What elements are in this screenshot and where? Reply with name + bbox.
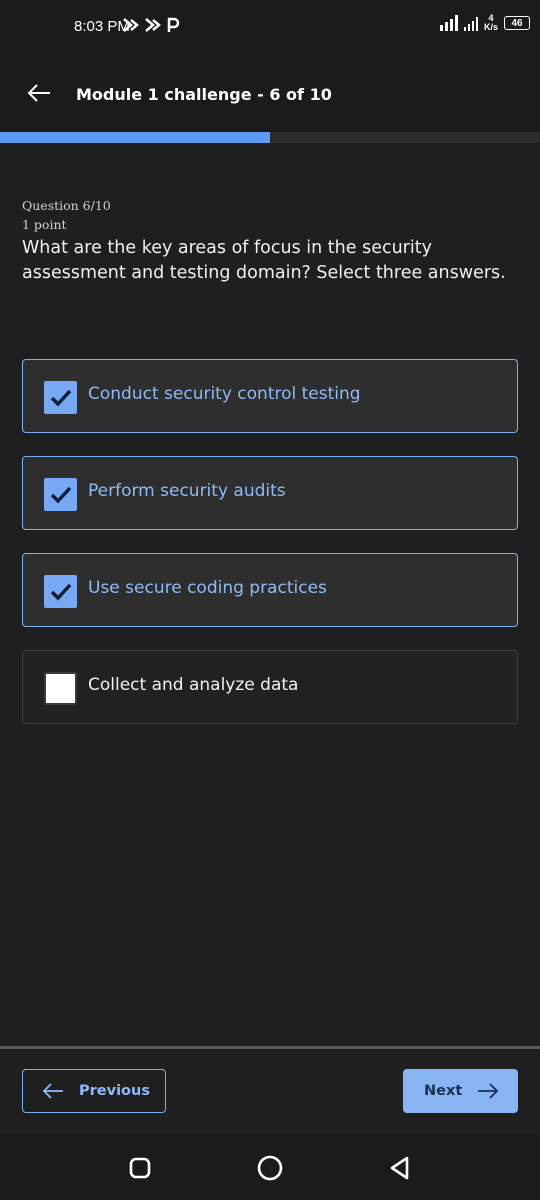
- previous-button[interactable]: Previous: [22, 1069, 166, 1113]
- answer-option[interactable]: Use secure coding practices: [22, 553, 518, 627]
- app-bar: Module 1 challenge - 6 of 10: [0, 56, 540, 132]
- home-button[interactable]: [255, 1153, 285, 1183]
- arrow-right-icon: [478, 1083, 499, 1099]
- answer-option-label: Use secure coding practices: [88, 578, 327, 598]
- question-points: 1 point: [22, 217, 67, 232]
- next-button[interactable]: Next: [403, 1069, 518, 1113]
- checkbox[interactable]: [44, 478, 77, 511]
- answer-option-label: Conduct security control testing: [88, 384, 361, 404]
- checkmark-icon: [50, 389, 71, 407]
- home-icon: [257, 1155, 283, 1181]
- play-notification-icon: [123, 18, 139, 32]
- net-speed: 4 K/s: [484, 14, 498, 32]
- status-bar: 8:03 PM 4 K/s 46: [0, 0, 540, 56]
- signal-icon: [439, 15, 458, 31]
- progress-fill: [0, 132, 270, 143]
- battery-icon: 46: [504, 16, 530, 30]
- progress-bar: [0, 132, 540, 143]
- back-triangle-icon: [390, 1156, 409, 1180]
- signal-icon: [463, 15, 478, 31]
- system-nav-bar: [0, 1135, 540, 1200]
- previous-label: Previous: [79, 1083, 150, 1099]
- net-speed-unit: K/s: [483, 22, 498, 32]
- checkmark-icon: [50, 583, 71, 601]
- next-label: Next: [424, 1083, 463, 1099]
- arrow-left-icon: [27, 84, 50, 102]
- battery-level: 46: [511, 17, 523, 29]
- p-notification-icon: [167, 17, 180, 32]
- recents-icon: [129, 1157, 151, 1179]
- answer-option-label: Collect and analyze data: [88, 675, 299, 695]
- answer-option[interactable]: Perform security audits: [22, 456, 518, 530]
- back-nav-button[interactable]: [385, 1153, 415, 1183]
- answer-option-label: Perform security audits: [88, 481, 286, 501]
- page-title: Module 1 challenge - 6 of 10: [76, 85, 332, 104]
- back-button[interactable]: [22, 76, 56, 110]
- footer-divider: [0, 1046, 540, 1049]
- checkmark-icon: [50, 486, 71, 504]
- answer-option[interactable]: Collect and analyze data: [22, 650, 518, 724]
- play-notification-icon: [145, 18, 161, 32]
- notification-icons: [122, 17, 180, 33]
- question-text: What are the key areas of focus in the s…: [22, 238, 506, 283]
- system-icons: 4 K/s 46: [439, 14, 530, 32]
- checkbox[interactable]: [44, 381, 77, 414]
- checkbox[interactable]: [44, 672, 77, 705]
- checkbox[interactable]: [44, 575, 77, 608]
- recents-button[interactable]: [125, 1153, 155, 1183]
- question-counter: Question 6/10: [22, 198, 111, 213]
- arrow-left-icon: [42, 1083, 63, 1099]
- answer-option[interactable]: Conduct security control testing: [22, 359, 518, 433]
